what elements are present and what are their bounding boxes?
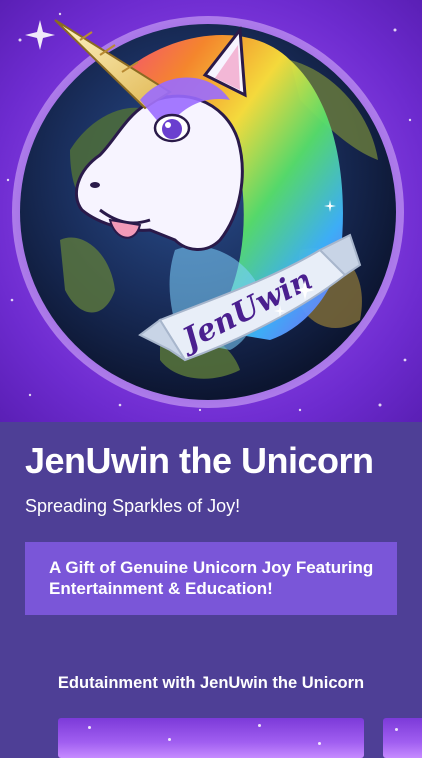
promo-banner: A Gift of Genuine Unicorn Joy Featuring … bbox=[25, 542, 397, 615]
unicorn-globe-logo: JenUwin bbox=[6, 12, 412, 412]
page-subtitle: Spreading Sparkles of Joy! bbox=[25, 496, 241, 516]
hero-image: JenUwin bbox=[0, 0, 422, 422]
section-heading: Edutainment with JenUwin the Unicorn bbox=[57, 674, 365, 692]
page-title: JenUwin the Unicorn bbox=[25, 440, 374, 481]
video-card[interactable] bbox=[58, 718, 364, 758]
video-card[interactable] bbox=[383, 718, 422, 758]
promo-text: A Gift of Genuine Unicorn Joy Featuring … bbox=[49, 558, 374, 598]
